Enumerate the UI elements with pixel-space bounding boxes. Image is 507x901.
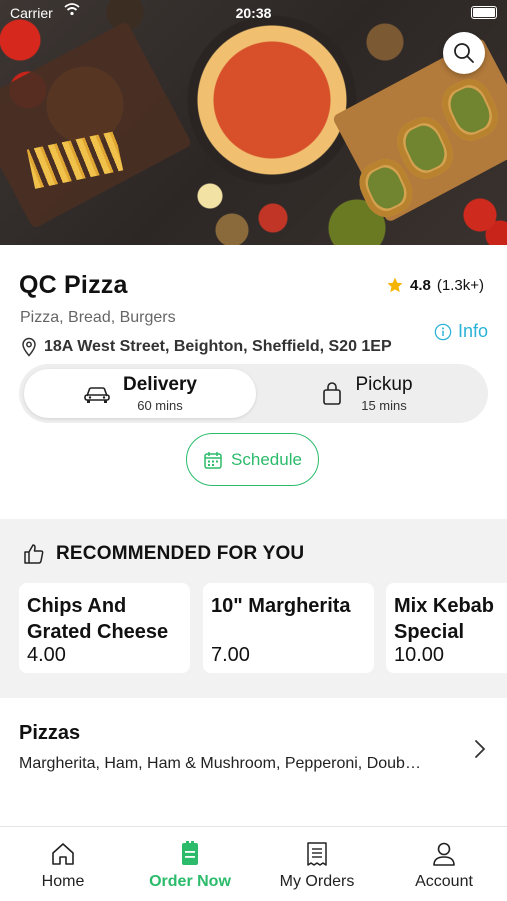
cuisine-list: Pizza, Bread, Burgers xyxy=(20,309,176,326)
pickup-time: 15 mins xyxy=(361,398,407,413)
status-bar: Carrier 20:38 xyxy=(0,0,507,26)
restaurant-name: QC Pizza xyxy=(19,271,128,299)
car-icon xyxy=(84,386,110,403)
recommended-item-card[interactable]: Mix Kebab Special 10.00 xyxy=(386,583,507,673)
recommended-item-price: 10.00 xyxy=(394,644,445,666)
delivery-time: 60 mins xyxy=(137,398,183,413)
hero-food-image xyxy=(0,0,507,245)
battery-icon xyxy=(471,6,497,19)
pickup-option[interactable]: Pickup 15 mins xyxy=(251,369,483,418)
delivery-label: Delivery xyxy=(123,374,197,395)
recommended-item-name: Chips And Grated Cheese xyxy=(27,595,169,643)
schedule-button[interactable]: Schedule xyxy=(186,433,319,486)
delivery-option[interactable]: Delivery 60 mins xyxy=(24,369,256,418)
receipt-icon xyxy=(307,842,327,866)
address: 18A West Street, Beighton, Sheffield, S2… xyxy=(20,337,392,357)
recommended-item-card[interactable]: 10" Margherita 7.00 xyxy=(203,583,374,673)
rating-value: 4.8 xyxy=(410,276,431,294)
info-button[interactable]: Info xyxy=(434,321,488,342)
rating: 4.8 (1.3k+) xyxy=(386,276,484,294)
account-icon xyxy=(433,842,455,866)
chevron-right-icon xyxy=(475,740,486,758)
tab-order-now-label: Order Now xyxy=(149,873,231,890)
star-icon xyxy=(387,277,403,293)
tab-my-orders[interactable]: My Orders xyxy=(254,841,380,891)
bottom-tab-bar: Home Order Now My Orders Account xyxy=(0,826,507,901)
category-row-pizzas[interactable]: Pizzas Margherita, Ham, Ham & Mushroom, … xyxy=(19,722,489,773)
home-icon xyxy=(52,843,74,865)
recommended-item-name: Mix Kebab Special xyxy=(394,593,499,645)
pickup-label: Pickup xyxy=(355,374,413,395)
thumbs-up-icon xyxy=(24,544,44,564)
info-icon xyxy=(434,323,452,340)
recommended-item-card[interactable]: Chips And Grated Cheese 4.00 xyxy=(19,583,190,673)
search-button[interactable] xyxy=(443,32,485,74)
rating-count: (1.3k+) xyxy=(436,276,484,294)
info-label: Info xyxy=(457,321,488,341)
order-icon xyxy=(182,841,198,865)
tab-my-orders-label: My Orders xyxy=(279,873,355,890)
location-pin-icon xyxy=(22,337,36,357)
category-title: Pizzas xyxy=(19,722,81,744)
recommended-item-price: 4.00 xyxy=(27,644,66,666)
shopping-bag-icon xyxy=(323,381,342,405)
tab-order-now[interactable]: Order Now xyxy=(127,841,253,891)
tab-home-label: Home xyxy=(41,873,85,890)
schedule-label: Schedule xyxy=(231,449,302,469)
tab-account-label: Account xyxy=(415,873,473,890)
address-text: 18A West Street, Beighton, Sheffield, S2… xyxy=(44,338,392,355)
recommended-item-name: 10" Margherita xyxy=(211,595,351,617)
tab-account[interactable]: Account xyxy=(381,841,507,891)
burger-board xyxy=(0,20,193,230)
tab-home[interactable]: Home xyxy=(0,841,126,891)
recommended-heading-text: RECOMMENDED FOR YOU xyxy=(56,543,305,564)
category-items: Margherita, Ham, Ham & Mushroom, Peppero… xyxy=(19,755,421,772)
calendar-icon xyxy=(204,451,222,469)
recommended-item-name-text: Mix Kebab Special xyxy=(394,595,495,643)
recommended-item-price: 7.00 xyxy=(211,644,250,666)
order-type-toggle: Delivery 60 mins Pickup 15 mins xyxy=(19,364,488,423)
search-icon xyxy=(454,43,474,63)
recommended-heading: RECOMMENDED FOR YOU xyxy=(22,542,304,566)
status-time: 20:38 xyxy=(235,5,272,21)
